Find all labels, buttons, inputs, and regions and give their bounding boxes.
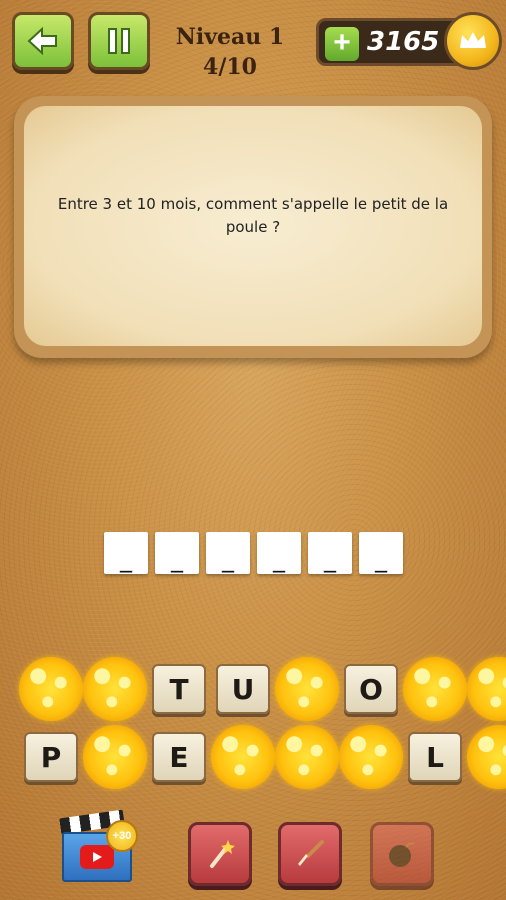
level-progress: 4/10 xyxy=(203,54,257,80)
explosion-effect xyxy=(275,657,339,721)
watch-video-button[interactable]: +30 xyxy=(56,809,138,882)
letter-tile[interactable] xyxy=(83,657,147,721)
letter-tile[interactable]: E xyxy=(152,732,206,782)
bomb-icon xyxy=(389,842,415,867)
explosion-effect xyxy=(403,657,467,721)
bomb-button[interactable] xyxy=(370,822,434,886)
explosion-effect xyxy=(275,725,339,789)
video-bonus-badge: +30 xyxy=(106,820,138,852)
crown-icon xyxy=(460,32,486,48)
explosion-effect xyxy=(339,725,403,789)
letter-tile[interactable] xyxy=(275,657,339,721)
letter-tile[interactable] xyxy=(467,657,506,721)
letter-row-1: T U O xyxy=(19,657,506,721)
letter-tile[interactable]: O xyxy=(344,664,398,714)
answer-slot[interactable]: _ xyxy=(155,532,199,574)
question-card: Entre 3 et 10 mois, comment s'appelle le… xyxy=(14,96,492,358)
magic-wand-icon xyxy=(210,840,235,868)
pause-icon xyxy=(108,28,130,54)
letter-tile[interactable]: T xyxy=(152,664,206,714)
arrow-left-icon xyxy=(27,26,57,56)
letter-tile[interactable] xyxy=(339,725,403,789)
level-indicator: Niveau 1 4/10 xyxy=(170,22,290,82)
letter-tile[interactable]: U xyxy=(216,664,270,714)
letter-tile[interactable] xyxy=(403,657,467,721)
play-icon xyxy=(80,845,114,869)
magic-wand-button[interactable] xyxy=(188,822,252,886)
letter-tile[interactable] xyxy=(19,657,83,721)
explosion-effect xyxy=(19,657,83,721)
coins-value: 3165 xyxy=(367,27,440,57)
question-card-inner: Entre 3 et 10 mois, comment s'appelle le… xyxy=(24,106,482,346)
answer-slot[interactable]: _ xyxy=(206,532,250,574)
explosion-effect xyxy=(467,657,506,721)
answer-slot[interactable]: _ xyxy=(308,532,352,574)
explosion-effect xyxy=(83,657,147,721)
answer-slot[interactable]: _ xyxy=(104,532,148,574)
explosion-effect xyxy=(467,725,506,789)
back-button[interactable] xyxy=(12,12,74,70)
level-title: Niveau 1 xyxy=(175,24,285,50)
coin-icon xyxy=(444,12,502,70)
explosion-effect xyxy=(83,725,147,789)
letter-tile[interactable]: P xyxy=(24,732,78,782)
letter-tile[interactable] xyxy=(467,725,506,789)
answer-slots: _ _ _ _ _ _ xyxy=(104,532,403,574)
letter-tile[interactable] xyxy=(211,725,275,789)
add-coins-button[interactable]: + xyxy=(325,27,359,61)
answer-slot[interactable]: _ xyxy=(257,532,301,574)
brush-icon xyxy=(298,840,324,866)
letter-tile[interactable]: L xyxy=(408,732,462,782)
answer-slot[interactable]: _ xyxy=(359,532,403,574)
question-text: Entre 3 et 10 mois, comment s'appelle le… xyxy=(57,195,449,236)
letter-tile[interactable] xyxy=(83,725,147,789)
coins-display: + 3165 xyxy=(316,12,504,70)
brush-button[interactable] xyxy=(278,822,342,886)
explosion-effect xyxy=(211,725,275,789)
letter-row-2: P E L xyxy=(24,725,506,789)
letter-tile[interactable] xyxy=(275,725,339,789)
pause-button[interactable] xyxy=(88,12,150,70)
